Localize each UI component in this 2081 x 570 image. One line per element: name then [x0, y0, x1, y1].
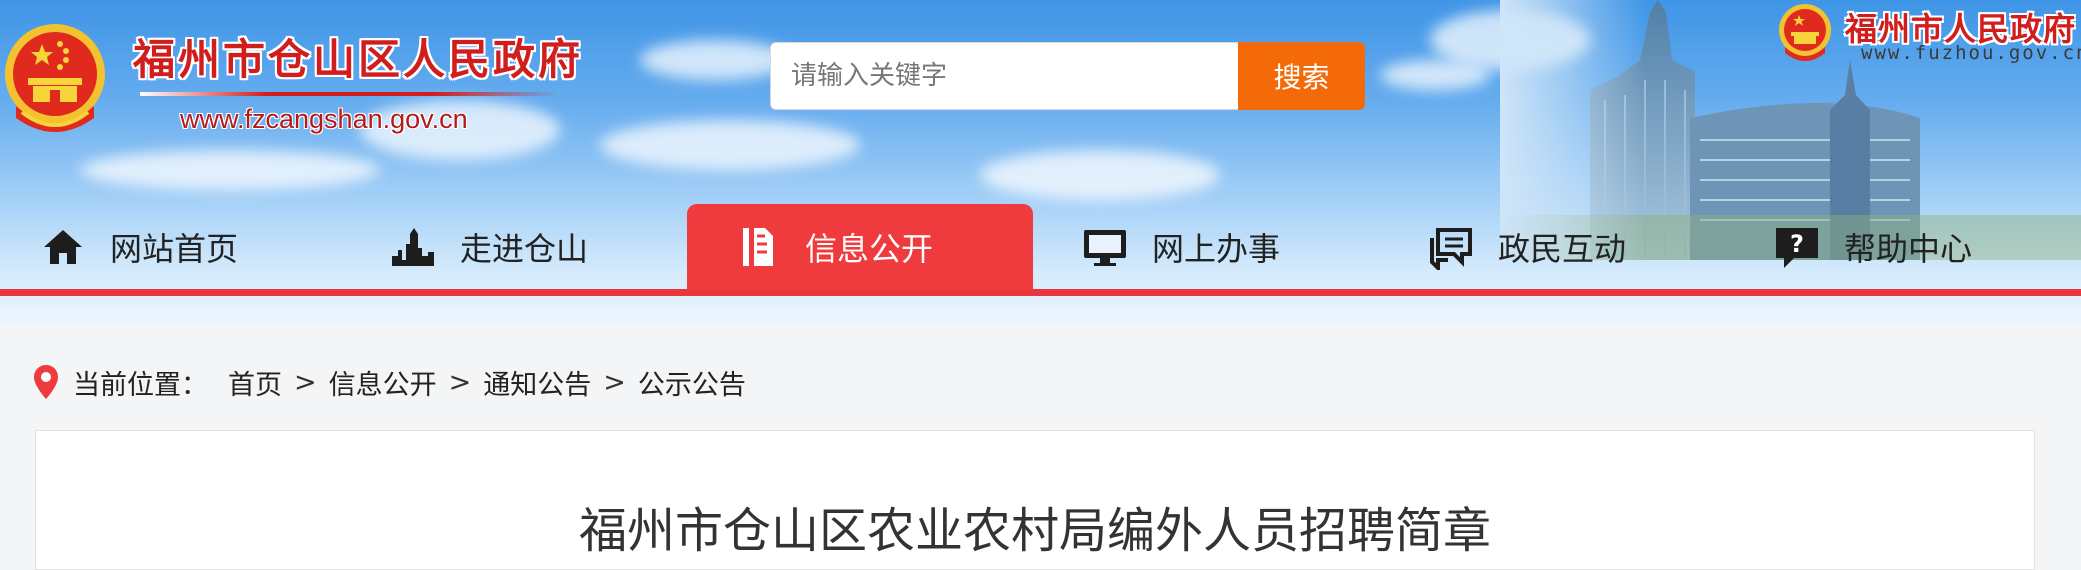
breadcrumb-announcements[interactable]: 公示公告 [638, 363, 746, 402]
nav-item-label: 网上办事 [1152, 230, 1281, 268]
site-header: 福州市仓山区人民政府 www.fzcangshan.gov.cn 搜索 [0, 0, 2081, 326]
location-pin-icon [34, 365, 58, 399]
breadcrumb-separator: > [448, 366, 472, 398]
nav-item-label: 走进仓山 [460, 230, 589, 268]
nav-item-label: 信息公开 [805, 230, 934, 268]
city-gov-url[interactable]: www.fuzhou.gov.cn [1861, 42, 2081, 64]
nav-item-home[interactable]: 网站首页 [40, 204, 238, 290]
nav-item-about[interactable]: 走进仓山 [390, 204, 588, 290]
breadcrumb-home[interactable]: 首页 [228, 363, 282, 402]
article-container: 福州市仓山区农业农村局编外人员招聘简章 [35, 430, 2035, 570]
breadcrumb-prefix: 当前位置： [73, 369, 208, 401]
national-emblem-small-icon [1779, 4, 1831, 61]
cloud-decoration [80, 150, 380, 190]
chat-icon [1430, 228, 1472, 270]
home-icon [44, 230, 82, 264]
document-icon [743, 228, 773, 266]
monitor-icon [1084, 230, 1126, 266]
nav-item-help[interactable]: ? 帮助中心 [1774, 204, 1972, 290]
breadcrumb-separator: > [603, 366, 626, 398]
article-title: 福州市仓山区农业农村局编外人员招聘简章 [578, 503, 1491, 559]
national-emblem-icon [5, 24, 105, 132]
nav-item-label: 政民互动 [1498, 230, 1627, 268]
search-input[interactable] [770, 42, 1238, 110]
site-name-underline [140, 92, 560, 96]
svg-text:?: ? [1790, 230, 1804, 258]
nav-underline-bar [0, 289, 2081, 296]
site-name[interactable]: 福州市仓山区人民政府 [133, 26, 583, 87]
nav-item-interaction[interactable]: 政民互动 [1428, 204, 1626, 290]
breadcrumb: 当前位置： 首页 > 信息公开 > 通知公告 > 公示公告 [33, 358, 746, 406]
nav-item-label: 帮助中心 [1844, 230, 1973, 268]
cloud-decoration [600, 120, 860, 170]
cloud-decoration [980, 150, 1220, 200]
help-icon: ? [1776, 228, 1818, 268]
cloud-decoration [640, 40, 790, 80]
site-url[interactable]: www.fzcangshan.gov.cn [180, 104, 468, 135]
nav-item-info-disclosure[interactable]: 信息公开 [687, 204, 1033, 290]
cloud-decoration [1380, 60, 1490, 90]
breadcrumb-notices[interactable]: 通知公告 [483, 363, 591, 402]
breadcrumb-info-disclosure[interactable]: 信息公开 [329, 363, 437, 402]
main-nav: 网站首页 走进仓山 信息公开 网上办事 政民互动 ? 帮助中心 [0, 200, 2081, 290]
search-button[interactable]: 搜索 [1238, 42, 1365, 110]
city-skyline-icon [392, 228, 434, 266]
nav-item-online-services[interactable]: 网上办事 [1082, 204, 1280, 290]
breadcrumb-separator: > [294, 366, 317, 398]
nav-item-label: 网站首页 [110, 230, 239, 268]
